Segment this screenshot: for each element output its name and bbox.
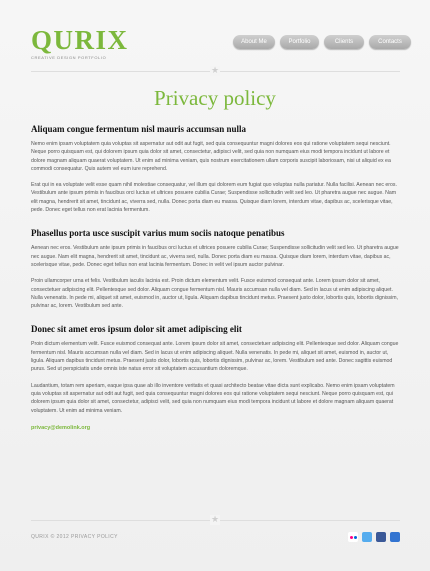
paragraph: Proin ullamcorper urna et felis. Vestibu… bbox=[31, 278, 399, 310]
twitter-icon[interactable] bbox=[362, 532, 372, 542]
logo[interactable]: QURIX CREATIVE DESIGN PORTFOLIO bbox=[31, 27, 129, 61]
logo-tagline: CREATIVE DESIGN PORTFOLIO bbox=[31, 55, 107, 60]
paragraph: Proin dictum elementum velit. Fusce euis… bbox=[31, 341, 399, 373]
privacy-email-link[interactable]: privacy@demolink.org bbox=[31, 425, 400, 431]
star-icon: ★ bbox=[210, 515, 220, 525]
logo-title[interactable]: QURIX bbox=[31, 27, 129, 54]
flickr-icon[interactable] bbox=[348, 532, 358, 542]
social-links bbox=[348, 532, 400, 542]
page-title: Privacy policy bbox=[154, 86, 276, 110]
delicious-icon[interactable] bbox=[390, 532, 400, 542]
star-icon: ★ bbox=[210, 66, 220, 76]
section-heading: Phasellus porta usce suscipit varius mum… bbox=[31, 228, 285, 239]
paragraph: Nemo enim ipsam voluptatem quia voluptas… bbox=[31, 141, 391, 172]
nav-contacts[interactable]: Contacts bbox=[369, 35, 411, 49]
section-heading: Aliquam congue fermentum nisl mauris acc… bbox=[31, 124, 247, 134]
nav-about-me[interactable]: About Me bbox=[233, 35, 275, 49]
paragraph: Erat qui in ea voluptate velit esse quam… bbox=[31, 182, 397, 214]
footer-copyright: QURIX © 2012 PRIVACY POLICY bbox=[31, 534, 118, 540]
paragraph: Laudantium, totam rem aperiam, eaque ips… bbox=[31, 382, 395, 414]
nav-clients[interactable]: Clients bbox=[324, 35, 364, 49]
nav-portfolio[interactable]: Portfolio bbox=[280, 35, 319, 49]
main-content: Aliquam congue fermentum nisl mauris acc… bbox=[31, 124, 400, 431]
facebook-icon[interactable] bbox=[376, 532, 386, 542]
paragraph: Aenean nec eros. Vestibulum ante ipsum p… bbox=[31, 245, 399, 268]
page: QURIX CREATIVE DESIGN PORTFOLIO About Me… bbox=[0, 0, 430, 571]
main-nav: About Me Portfolio Clients Contacts bbox=[233, 35, 411, 49]
section-heading: Donec sit amet eros ipsum dolor sit amet… bbox=[31, 324, 242, 335]
